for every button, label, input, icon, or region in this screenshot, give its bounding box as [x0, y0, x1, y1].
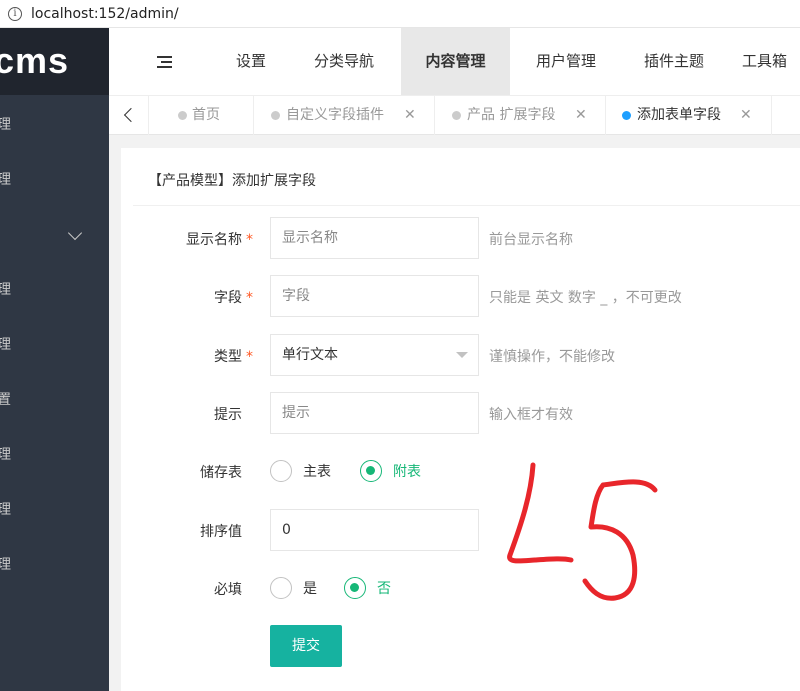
sidebar-item[interactable]: 理 [0, 493, 109, 523]
tip-label: 提示* [214, 407, 242, 423]
tab-product-extend-fields[interactable]: 产品 扩展字段 ✕ [436, 96, 606, 135]
sort-label: 排序值* [200, 524, 242, 540]
display-name-label: 显示名称 * [186, 232, 253, 248]
tab-label: 添加表单字段 [637, 107, 721, 123]
address-bar[interactable]: i localhost:152/admin/ [0, 0, 800, 28]
required-label: 必填* [214, 582, 242, 598]
storage-radio-attached[interactable]: 附表 [360, 459, 421, 483]
chevron-down-icon [67, 225, 83, 241]
sort-input[interactable]: 0 [270, 509, 479, 551]
radio-icon [270, 577, 292, 599]
form-title: 【产品模型】添加扩展字段 [133, 148, 800, 206]
sidebar-item[interactable]: 理 [0, 438, 109, 468]
field-hint: 只能是 英文 数字 _ ，不可更改 [489, 290, 682, 306]
close-icon[interactable]: ✕ [740, 96, 752, 135]
url-text[interactable]: localhost:152/admin/ [31, 6, 179, 22]
tab-add-form-field[interactable]: 添加表单字段 ✕ [607, 96, 772, 135]
field-input[interactable]: 字段 [270, 275, 479, 317]
display-name-input[interactable]: 显示名称 [270, 217, 479, 259]
nav-item-settings[interactable]: 设置 [213, 28, 289, 95]
required-radio-yes[interactable]: 是 [270, 576, 317, 600]
tab-home[interactable]: 首页 [150, 96, 254, 135]
nav-item-content-management[interactable]: 内容管理 [401, 28, 510, 95]
tab-bar: 首页 自定义字段插件 ✕ 产品 扩展字段 ✕ 添加表单字段 ✕ [109, 95, 800, 135]
tab-dot-icon [271, 111, 280, 120]
field-label: 字段 * [214, 290, 253, 306]
type-hint: 谨慎操作，不能修改 [489, 349, 615, 365]
type-select-value: 单行文本 [282, 347, 338, 363]
nav-item-category-nav[interactable]: 分类导航 [299, 28, 389, 95]
sidebar-item[interactable]: 置 [0, 383, 109, 413]
sidebar-item-expandable[interactable] [0, 224, 109, 254]
required-radio-no[interactable]: 否 [344, 576, 391, 600]
info-icon[interactable]: i [8, 6, 22, 21]
required-asterisk: * [246, 290, 253, 306]
menu-toggle-icon[interactable] [157, 56, 172, 68]
storage-label: 储存表* [200, 465, 242, 481]
tip-hint: 输入框才有效 [489, 407, 573, 423]
tab-dot-icon [622, 111, 631, 120]
tab-label: 自定义字段插件 [286, 107, 384, 123]
type-select[interactable]: 单行文本 [270, 334, 479, 376]
tab-custom-field-plugin[interactable]: 自定义字段插件 ✕ [255, 96, 435, 135]
tab-dot-icon [452, 111, 461, 120]
logo: cms [0, 28, 109, 95]
sidebar-item[interactable]: 理 [0, 548, 109, 578]
nav-item-toolbox[interactable]: 工具箱 [742, 28, 800, 95]
sidebar-item[interactable]: 理 [0, 163, 109, 193]
radio-checked-icon [360, 460, 382, 482]
tab-dot-icon [178, 111, 187, 120]
display-name-hint: 前台显示名称 [489, 232, 573, 248]
tip-input[interactable]: 提示 [270, 392, 479, 434]
sidebar-item[interactable]: 理 [0, 108, 109, 138]
sidebar-item[interactable]: 理 [0, 328, 109, 358]
required-asterisk: * [246, 232, 253, 248]
storage-radio-main[interactable]: 主表 [270, 459, 331, 483]
sidebar-item[interactable]: 理 [0, 273, 109, 303]
required-asterisk: * [246, 349, 253, 365]
dropdown-arrow-icon [456, 352, 468, 358]
type-label: 类型 * [214, 349, 253, 365]
radio-checked-icon [344, 577, 366, 599]
tab-label: 产品 扩展字段 [467, 107, 556, 123]
close-icon[interactable]: ✕ [575, 96, 587, 135]
handwritten-annotation [507, 462, 658, 601]
sidebar: cms 理 理 理 理 置 理 理 理 [0, 28, 109, 691]
tab-scroll-left-icon[interactable] [109, 96, 149, 135]
logo-text: cms [0, 40, 70, 81]
close-icon[interactable]: ✕ [404, 96, 416, 135]
nav-item-plugins-themes[interactable]: 插件主题 [629, 28, 719, 95]
top-nav: 设置 分类导航 内容管理 用户管理 插件主题 工具箱 [109, 28, 800, 95]
nav-item-user-management[interactable]: 用户管理 [519, 28, 613, 95]
tab-label: 首页 [192, 107, 220, 123]
submit-button[interactable]: 提交 [270, 625, 342, 667]
radio-icon [270, 460, 292, 482]
